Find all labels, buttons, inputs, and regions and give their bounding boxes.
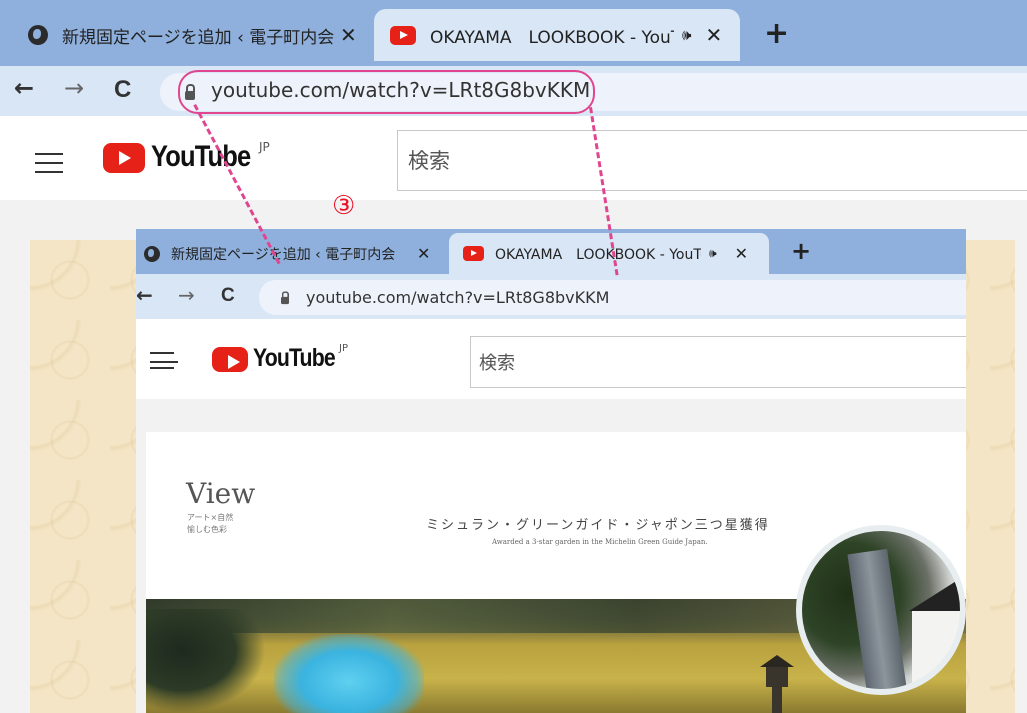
inner-url-text: youtube.com/watch?v=LRt8G8bvKKM <box>306 288 610 307</box>
view-title: View <box>186 477 256 510</box>
globe-icon <box>144 245 160 262</box>
speaker-icon[interactable]: 🕪 <box>682 26 691 44</box>
new-tab-button[interactable]: + <box>764 16 789 51</box>
close-icon: ✕ <box>734 244 748 263</box>
tab-wordpress[interactable]: 新規固定ページを追加 ‹ 電子町内会 ✕ <box>16 9 368 61</box>
speaker-icon: 🕪 <box>709 246 717 260</box>
youtube-favicon-icon <box>390 25 416 45</box>
inner-youtube-logo-text: YouTube <box>253 344 336 372</box>
pine-tree <box>146 609 266 713</box>
tab-title: 新規固定ページを追加 ‹ 電子町内会 <box>62 27 334 48</box>
lock-icon <box>281 291 289 305</box>
search-input[interactable] <box>397 130 1027 191</box>
headline-japanese: ミシュラン・グリーンガイド・ジャポン三つ星獲得 <box>426 518 770 533</box>
youtube-logo-icon <box>212 347 248 372</box>
view-subtitle-2: 愉しむ色彩 <box>187 525 227 534</box>
inner-back-icon: ← <box>136 283 153 307</box>
inner-tab-title: 新規固定ページを追加 ‹ 電子町内会 <box>171 246 396 263</box>
youtube-logo-icon[interactable] <box>103 143 145 173</box>
reload-button[interactable]: C <box>114 76 131 104</box>
menu-icon[interactable] <box>35 153 63 173</box>
close-icon[interactable]: ✕ <box>340 23 357 47</box>
youtube-favicon-icon <box>463 246 484 261</box>
menu-icon <box>150 352 178 369</box>
inner-forward-icon: → <box>178 283 195 307</box>
url-highlight-annotation <box>178 70 595 114</box>
garden-stele-medallion <box>796 525 966 695</box>
close-icon[interactable]: ✕ <box>705 23 722 47</box>
region-label: JP <box>259 140 270 154</box>
search-placeholder: 検索 <box>408 149 450 173</box>
close-icon: ✕ <box>417 244 431 263</box>
inner-tab-title: OKAYAMA LOOKBOOK - YouTube <box>495 246 701 263</box>
tab-title: OKAYAMA LOOKBOOK - YouTube <box>430 27 674 48</box>
tab-youtube[interactable]: OKAYAMA LOOKBOOK - YouTube 🕪 ✕ <box>374 9 740 61</box>
inner-screenshot: 新規固定ページを追加 ‹ 電子町内会 ✕ OKAYAMA LOOKBOOK - … <box>136 229 966 713</box>
globe-icon <box>28 25 48 45</box>
forward-button[interactable]: → <box>64 74 84 102</box>
headline-english: Awarded a 3-star garden in the Michelin … <box>492 538 708 546</box>
view-subtitle-1: アート×自然 <box>187 513 234 522</box>
blue-paint-splash <box>274 634 424 713</box>
inner-search-box <box>470 336 966 388</box>
step-number-annotation: ③ <box>332 191 356 221</box>
inner-search-placeholder: 検索 <box>479 353 515 374</box>
back-button[interactable]: ← <box>14 74 34 102</box>
inner-reload-icon: C <box>221 285 235 306</box>
inner-region-label: JP <box>339 343 348 354</box>
stone-lantern <box>756 649 798 713</box>
youtube-logo-text[interactable]: YouTube <box>151 140 251 174</box>
inner-new-tab: + <box>791 237 812 265</box>
inner-tab-wordpress: 新規固定ページを追加 ‹ 電子町内会 ✕ <box>136 233 442 274</box>
